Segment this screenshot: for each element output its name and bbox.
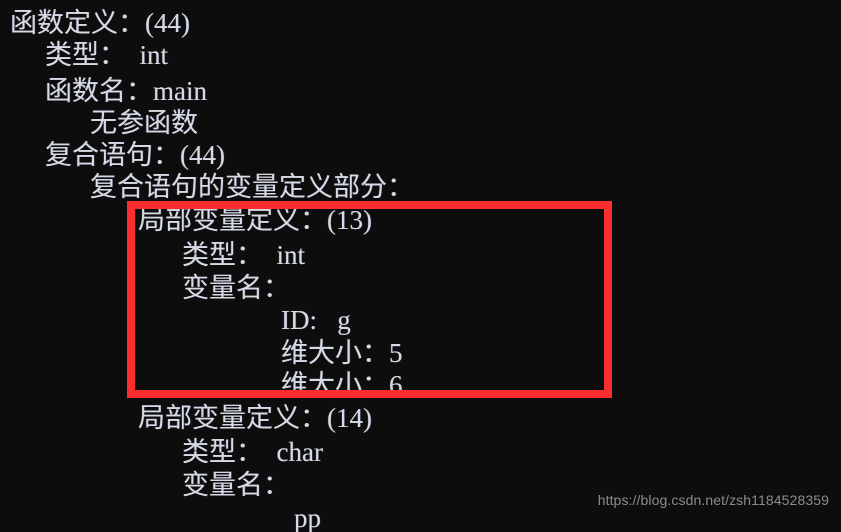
console-output-screen: 函数定义：(44) 类型： int 函数名：main 无参函数 复合语句：(44) 复合语… [0, 0, 841, 532]
ast-line: ID: g [281, 305, 351, 335]
ast-line: 复合语句：(44) [45, 140, 225, 170]
ast-line: 局部变量定义：(14) [138, 403, 372, 433]
ast-line: 维大小：5 [281, 338, 403, 368]
ast-line: 类型： int [45, 40, 169, 70]
ast-line: 变量名： [182, 470, 290, 500]
ast-output-text-block: 函数定义：(44) 类型： int 函数名：main 无参函数 复合语句：(44) 复合语… [0, 0, 841, 532]
ast-line: 变量名： [182, 273, 290, 303]
ast-line: pp [294, 503, 321, 532]
ast-line: 维大小：6 [281, 370, 403, 400]
csdn-blog-watermark: https://blog.csdn.net/zsh1184528359 [597, 492, 829, 508]
ast-line: 类型： char [182, 437, 323, 467]
ast-line: 函数名：main [45, 76, 207, 106]
ast-line: 类型： int [182, 240, 306, 270]
ast-line: 无参函数 [90, 108, 198, 138]
ast-line: 局部变量定义：(13) [138, 205, 372, 235]
ast-line: 复合语句的变量定义部分： [90, 172, 414, 202]
ast-line: 函数定义：(44) [10, 8, 190, 38]
